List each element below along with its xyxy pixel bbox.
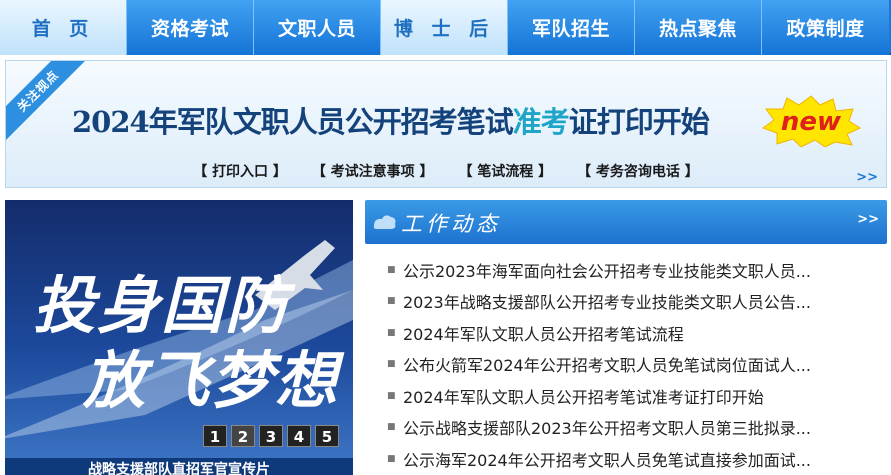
slide-slogan-line-2: 放飞梦想 — [83, 344, 340, 417]
headline-part-2: 证打印开始 — [568, 105, 710, 139]
bullet-icon: ■ — [387, 390, 396, 401]
quick-links: 【 打印入口 】 【 考试注意事项 】 【 笔试流程 】 【 考务咨询电话 】 — [6, 161, 886, 181]
news-list: ■ 公示2023年海军面向社会公开招考专业技能类文职人员... ■ 2023年战略支… — [365, 254, 887, 475]
slide-page-1[interactable]: 1 — [203, 425, 227, 447]
focus-banner: 关注视点 2024年军队文职人员公开招考笔试准考证打印开始 new 【 打印入口… — [5, 60, 887, 188]
nav-military-admission[interactable]: 军队招生 — [508, 0, 635, 55]
headline-highlight: 准考 — [512, 105, 570, 139]
slide-caption[interactable]: 战略支援部队直招军官宣传片 — [5, 458, 353, 475]
news-section-title: 工作动态 — [401, 212, 501, 236]
headline-part-1: 2024年军队文职人员公开招考笔试 — [72, 105, 514, 139]
new-badge-text: new — [781, 107, 842, 137]
main-navigation: 首 页 资格考试 文职人员 博 士 后 军队招生 热点聚焦 政策制度 — [0, 0, 891, 55]
bullet-icon: ■ — [387, 327, 396, 338]
slide-page-5[interactable]: 5 — [315, 425, 339, 447]
news-item[interactable]: ■ 公示2023年海军面向社会公开招考专业技能类文职人员... — [365, 254, 887, 286]
slide-page-3[interactable]: 3 — [259, 425, 283, 447]
link-hotline[interactable]: 【 考务咨询电话 】 — [577, 164, 699, 180]
news-item[interactable]: ■ 2023年战略支援部队公开招考专业技能类文职人员公告... — [365, 286, 887, 318]
banner-headline[interactable]: 2024年军队文职人员公开招考笔试准考证打印开始 — [72, 99, 710, 141]
slide-page-2[interactable]: 2 — [231, 425, 255, 447]
promo-slideshow[interactable]: 投身国防 放飞梦想 1 2 3 4 5 战略支援部队直招军官宣传片 — [5, 200, 353, 475]
bullet-icon: ■ — [387, 359, 396, 370]
cloud-ornament-icon — [373, 215, 396, 229]
slide-pagination: 1 2 3 4 5 — [203, 425, 339, 447]
slide-page-4[interactable]: 4 — [287, 425, 311, 447]
news-more-link[interactable]: >> — [857, 212, 879, 227]
link-exam-notes[interactable]: 【 考试注意事项 】 — [312, 164, 434, 180]
bullet-icon: ■ — [387, 453, 396, 464]
nav-home[interactable]: 首 页 — [0, 0, 127, 55]
banner-more-link[interactable]: >> — [856, 170, 878, 185]
new-badge-icon: new — [761, 95, 861, 147]
nav-postdoc[interactable]: 博 士 后 — [381, 0, 508, 55]
news-item[interactable]: ■ 2024年军队文职人员公开招考笔试准考证打印开始 — [365, 380, 887, 412]
nav-civilian-staff[interactable]: 文职人员 — [254, 0, 381, 55]
news-item[interactable]: ■ 公布火箭军2024年公开招考文职人员免笔试岗位面试人... — [365, 349, 887, 381]
news-item[interactable]: ■ 公示战略支援部队2023年公开招考文职人员第三批拟录... — [365, 412, 887, 444]
nav-hot-topics[interactable]: 热点聚焦 — [635, 0, 762, 55]
nav-policy[interactable]: 政策制度 — [762, 0, 889, 55]
link-exam-process[interactable]: 【 笔试流程 】 — [458, 164, 552, 180]
news-section-header: 工作动态 >> — [365, 200, 887, 244]
bullet-icon: ■ — [387, 422, 396, 433]
news-item[interactable]: ■ 2024年军队文职人员公开招考笔试流程 — [365, 317, 887, 349]
bullet-icon: ■ — [387, 296, 396, 307]
nav-qualification-exam[interactable]: 资格考试 — [127, 0, 254, 55]
news-item[interactable]: ■ 公示海军2024年公开招考文职人员免笔试直接参加面试... — [365, 443, 887, 475]
link-print-entry[interactable]: 【 打印入口 】 — [193, 164, 287, 180]
bullet-icon: ■ — [387, 264, 396, 275]
